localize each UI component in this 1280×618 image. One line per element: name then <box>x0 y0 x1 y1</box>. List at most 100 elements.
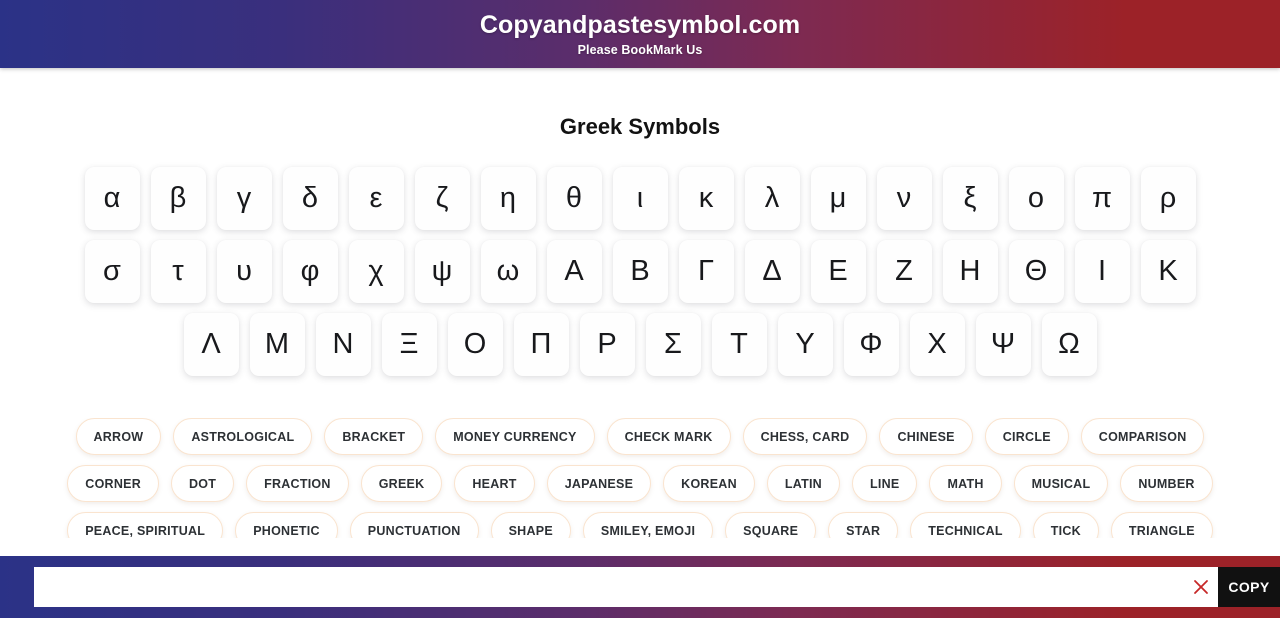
category-chip[interactable]: ARROW <box>75 418 162 455</box>
category-chip[interactable]: CHECK MARK <box>606 418 731 455</box>
symbol-card[interactable]: θ <box>546 167 602 230</box>
symbol-glyph: τ <box>172 255 184 287</box>
symbol-glyph: Η <box>959 255 981 287</box>
symbol-card[interactable]: μ <box>810 167 866 230</box>
symbol-card[interactable]: ν <box>876 167 932 230</box>
symbol-card[interactable]: ε <box>348 167 404 230</box>
category-chip[interactable]: BRACKET <box>324 418 424 455</box>
symbol-card[interactable]: γ <box>216 167 272 230</box>
category-chip[interactable]: SMILEY, EMOJI <box>582 512 714 538</box>
symbol-card[interactable]: Φ <box>843 313 899 376</box>
symbol-glyph: Λ <box>201 328 221 360</box>
symbol-card[interactable]: κ <box>678 167 734 230</box>
category-chip[interactable]: HEART <box>454 465 535 502</box>
symbol-glyph: ζ <box>435 182 449 214</box>
symbol-card[interactable]: χ <box>348 240 404 303</box>
category-chip[interactable]: MUSICAL <box>1013 465 1109 502</box>
category-chip[interactable]: CIRCLE <box>984 418 1069 455</box>
site-title: Copyandpastesymbol.com <box>479 11 801 40</box>
symbol-card[interactable]: λ <box>744 167 800 230</box>
symbol-card[interactable]: τ <box>150 240 206 303</box>
category-chip[interactable]: CHINESE <box>879 418 973 455</box>
symbol-card[interactable]: Ξ <box>381 313 437 376</box>
copy-input[interactable] <box>46 567 1184 607</box>
symbol-card[interactable]: Υ <box>777 313 833 376</box>
symbol-card[interactable]: Ι <box>1074 240 1130 303</box>
category-chip[interactable]: CORNER <box>67 465 159 502</box>
site-header: Copyandpastesymbol.com Please BookMark U… <box>0 0 1280 68</box>
category-chip[interactable]: MATH <box>929 465 1002 502</box>
category-chip[interactable]: MONEY CURRENCY <box>435 418 595 455</box>
category-chip[interactable]: TRIANGLE <box>1110 512 1213 538</box>
copy-field-wrapper: COPY <box>34 567 1280 607</box>
symbol-glyph: ν <box>896 182 912 214</box>
category-chip[interactable]: STAR <box>828 512 899 538</box>
symbol-card[interactable]: φ <box>282 240 338 303</box>
symbol-card[interactable]: Η <box>942 240 998 303</box>
category-chip[interactable]: TICK <box>1032 512 1099 538</box>
symbol-card[interactable]: Δ <box>744 240 800 303</box>
symbol-glyph: δ <box>301 182 319 214</box>
category-chip[interactable]: LATIN <box>766 465 840 502</box>
category-chip[interactable]: TECHNICAL <box>910 512 1021 538</box>
symbol-card[interactable]: Τ <box>711 313 767 376</box>
symbol-glyph: Ε <box>828 255 848 287</box>
symbol-glyph: Ω <box>1058 328 1080 360</box>
symbol-card[interactable]: Σ <box>645 313 701 376</box>
symbol-card[interactable]: Λ <box>183 313 239 376</box>
symbol-card[interactable]: δ <box>282 167 338 230</box>
symbol-card[interactable]: Ω <box>1041 313 1097 376</box>
symbol-glyph: ε <box>369 182 383 214</box>
category-chip[interactable]: DOT <box>170 465 235 502</box>
symbol-glyph: Φ <box>859 328 883 360</box>
symbol-card[interactable]: β <box>150 167 206 230</box>
category-chip[interactable]: COMPARISON <box>1080 418 1205 455</box>
symbol-card[interactable]: σ <box>84 240 140 303</box>
category-chip[interactable]: ASTROLOGICAL <box>173 418 313 455</box>
category-chip[interactable]: JAPANESE <box>546 465 652 502</box>
symbol-card[interactable]: Α <box>546 240 602 303</box>
category-chip[interactable]: FRACTION <box>246 465 349 502</box>
category-chip[interactable]: PEACE, SPIRITUAL <box>67 512 224 538</box>
symbol-card[interactable]: Γ <box>678 240 734 303</box>
symbol-card[interactable]: Ε <box>810 240 866 303</box>
category-chip[interactable]: NUMBER <box>1120 465 1213 502</box>
category-chip[interactable]: KOREAN <box>663 465 755 502</box>
symbol-glyph: Υ <box>795 328 815 360</box>
symbol-card[interactable]: π <box>1074 167 1130 230</box>
symbol-glyph: σ <box>103 255 121 287</box>
symbol-card[interactable]: α <box>84 167 140 230</box>
symbol-card[interactable]: ξ <box>942 167 998 230</box>
symbol-card[interactable]: Χ <box>909 313 965 376</box>
symbol-card[interactable]: Κ <box>1140 240 1196 303</box>
category-chip[interactable]: SQUARE <box>725 512 817 538</box>
category-chip[interactable]: LINE <box>851 465 918 502</box>
symbol-card[interactable]: ο <box>1008 167 1064 230</box>
symbol-card[interactable]: υ <box>216 240 272 303</box>
symbol-card[interactable]: Ν <box>315 313 371 376</box>
category-chip[interactable]: PUNCTUATION <box>349 512 479 538</box>
symbol-glyph: ι <box>636 182 644 214</box>
category-chip[interactable]: GREEK <box>360 465 443 502</box>
symbol-card[interactable]: Θ <box>1008 240 1064 303</box>
copy-button[interactable]: COPY <box>1218 567 1280 607</box>
symbol-card[interactable]: Μ <box>249 313 305 376</box>
symbol-glyph: Θ <box>1024 255 1048 287</box>
symbol-card[interactable]: Ο <box>447 313 503 376</box>
symbol-card[interactable]: ρ <box>1140 167 1196 230</box>
symbol-card[interactable]: Π <box>513 313 569 376</box>
category-chip[interactable]: PHONETIC <box>235 512 338 538</box>
symbol-card[interactable]: ω <box>480 240 536 303</box>
symbol-card[interactable]: η <box>480 167 536 230</box>
symbol-card[interactable]: Ψ <box>975 313 1031 376</box>
symbol-card[interactable]: ψ <box>414 240 470 303</box>
symbol-card[interactable]: ζ <box>414 167 470 230</box>
category-chip[interactable]: CHESS, CARD <box>742 418 868 455</box>
symbol-card[interactable]: ι <box>612 167 668 230</box>
symbol-glyph: Ο <box>463 328 487 360</box>
category-chip[interactable]: SHAPE <box>490 512 571 538</box>
symbol-card[interactable]: Ρ <box>579 313 635 376</box>
symbol-card[interactable]: Ζ <box>876 240 932 303</box>
symbol-card[interactable]: Β <box>612 240 668 303</box>
close-icon[interactable] <box>1184 567 1218 607</box>
